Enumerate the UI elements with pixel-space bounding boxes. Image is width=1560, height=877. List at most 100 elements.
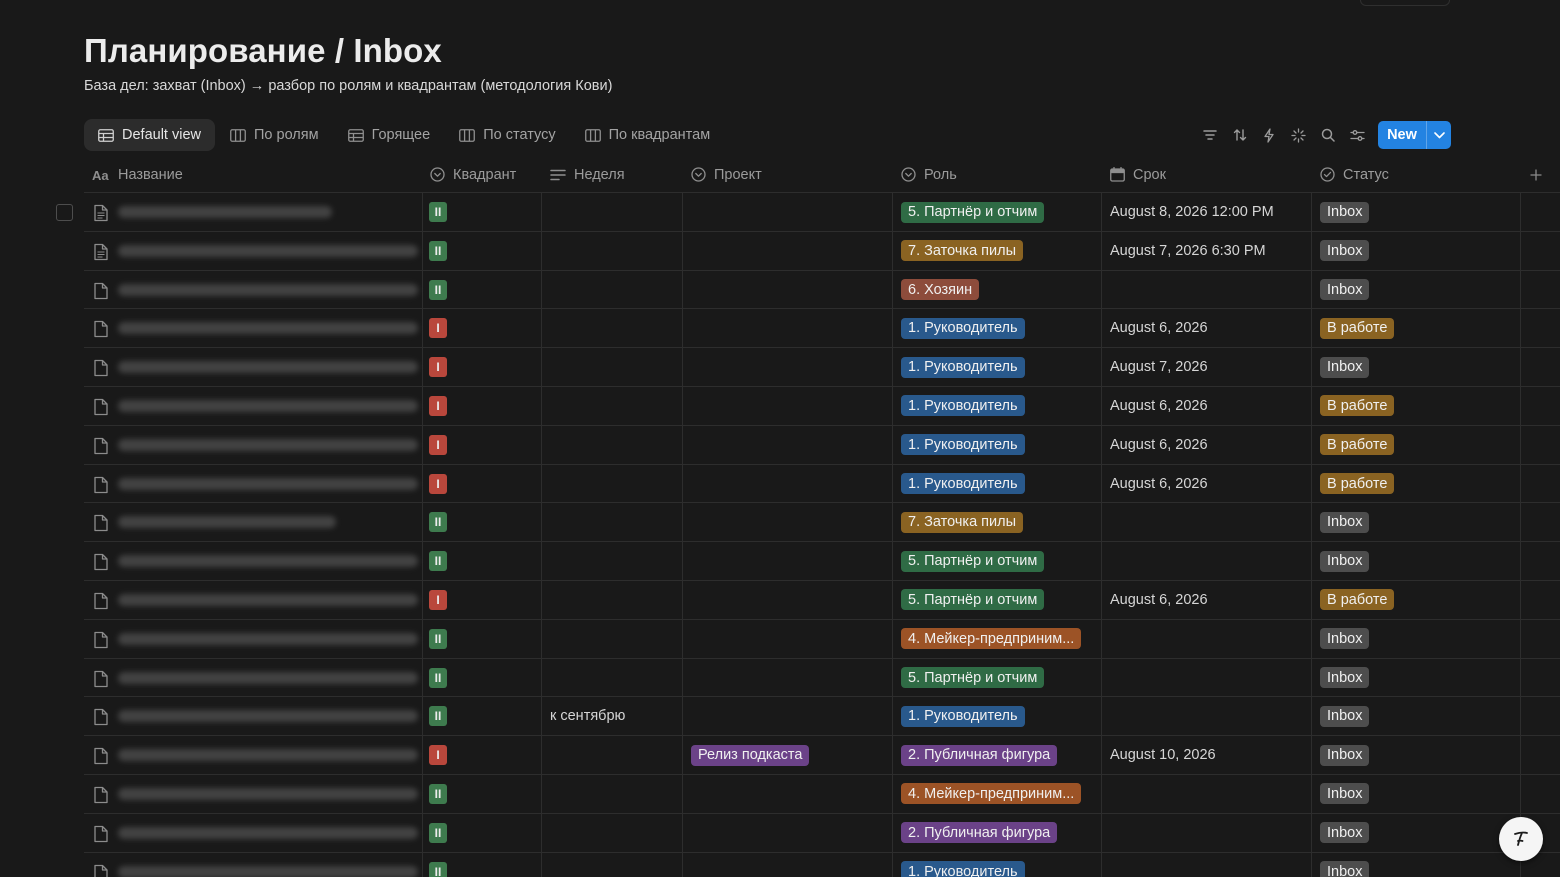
quadrant-cell[interactable]: II <box>429 697 447 735</box>
lightning-icon[interactable] <box>1255 121 1283 149</box>
role-cell[interactable]: 1. Руководитель <box>901 348 1025 386</box>
due-date-cell[interactable]: August 6, 2026 <box>1110 426 1208 464</box>
status-cell[interactable]: Inbox <box>1320 853 1370 877</box>
due-date-cell[interactable]: August 6, 2026 <box>1110 309 1208 347</box>
redacted-title[interactable] <box>118 283 418 296</box>
quadrant-cell[interactable]: II <box>429 620 447 658</box>
quadrant-cell[interactable]: II <box>429 659 447 697</box>
table-row[interactable]: II 5. Партнёр и отчим Inbox <box>0 542 1560 581</box>
redacted-title[interactable] <box>118 477 418 490</box>
column-header-week[interactable]: Неделя <box>550 156 625 193</box>
quadrant-cell[interactable]: I <box>429 736 447 774</box>
table-row[interactable]: II 4. Мейкер-предприним... Inbox <box>0 619 1560 659</box>
table-row[interactable]: I 1. Руководитель August 7, 2026 Inbox <box>0 348 1560 387</box>
due-date-cell[interactable]: August 6, 2026 <box>1110 581 1208 619</box>
status-cell[interactable]: Inbox <box>1320 620 1370 658</box>
status-cell[interactable]: Inbox <box>1320 271 1370 309</box>
new-dropdown-chevron-icon[interactable] <box>1426 121 1451 149</box>
column-header-project[interactable]: Проект <box>691 156 762 193</box>
table-row[interactable]: I 1. Руководитель August 6, 2026 В работе <box>0 386 1560 426</box>
column-header-due[interactable]: Срок <box>1110 156 1166 193</box>
status-cell[interactable]: В работе <box>1320 309 1395 347</box>
redacted-title[interactable] <box>118 361 418 374</box>
redacted-title[interactable] <box>118 206 332 218</box>
redacted-title[interactable] <box>118 865 418 877</box>
tab-1[interactable]: По ролям <box>216 119 333 151</box>
role-cell[interactable]: 4. Мейкер-предприним... <box>901 775 1082 813</box>
quadrant-cell[interactable]: II <box>429 814 447 852</box>
status-cell[interactable]: Inbox <box>1320 193 1370 231</box>
settings-sliders-icon[interactable] <box>1344 121 1372 149</box>
column-header-quadrant[interactable]: Квадрант <box>430 156 516 193</box>
redacted-title[interactable] <box>118 399 418 412</box>
tab-0[interactable]: Default view <box>84 119 215 151</box>
status-cell[interactable]: В работе <box>1320 387 1395 425</box>
sparkle-icon[interactable] <box>1285 121 1313 149</box>
role-cell[interactable]: 2. Публичная фигура <box>901 736 1058 774</box>
quadrant-cell[interactable]: II <box>429 193 447 231</box>
new-button[interactable]: New <box>1378 121 1426 149</box>
quadrant-cell[interactable]: I <box>429 348 447 386</box>
status-cell[interactable]: В работе <box>1320 465 1395 503</box>
quadrant-cell[interactable]: I <box>429 426 447 464</box>
role-cell[interactable]: 1. Руководитель <box>901 426 1025 464</box>
filter-icon[interactable] <box>1196 121 1224 149</box>
table-row[interactable]: II 7. Заточка пилы Inbox <box>0 503 1560 543</box>
redacted-title[interactable] <box>118 438 418 451</box>
role-cell[interactable]: 5. Партнёр и отчим <box>901 193 1045 231</box>
quadrant-cell[interactable]: I <box>429 387 447 425</box>
role-cell[interactable]: 1. Руководитель <box>901 697 1025 735</box>
redacted-title[interactable] <box>118 632 418 645</box>
role-cell[interactable]: 6. Хозяин <box>901 271 980 309</box>
status-cell[interactable]: Inbox <box>1320 659 1370 697</box>
table-row[interactable]: I 1. Руководитель August 6, 2026 В работе <box>0 309 1560 349</box>
status-cell[interactable]: Inbox <box>1320 503 1370 541</box>
status-cell[interactable]: Inbox <box>1320 697 1370 735</box>
search-icon[interactable] <box>1314 121 1342 149</box>
quadrant-cell[interactable]: II <box>429 232 447 270</box>
redacted-title[interactable] <box>118 749 418 762</box>
due-date-cell[interactable]: August 7, 2026 6:30 PM <box>1110 232 1266 270</box>
due-date-cell[interactable]: August 7, 2026 <box>1110 348 1208 386</box>
status-cell[interactable]: Inbox <box>1320 348 1370 386</box>
column-header-name[interactable]: Aa Название <box>92 156 183 193</box>
quadrant-cell[interactable]: II <box>429 542 447 580</box>
status-cell[interactable]: Inbox <box>1320 542 1370 580</box>
tab-2[interactable]: Горящее <box>334 119 445 151</box>
table-row[interactable]: II 6. Хозяин Inbox <box>0 270 1560 310</box>
role-cell[interactable]: 1. Руководитель <box>901 387 1025 425</box>
redacted-title[interactable] <box>118 322 418 335</box>
quadrant-cell[interactable]: II <box>429 271 447 309</box>
role-cell[interactable]: 1. Руководитель <box>901 465 1025 503</box>
role-cell[interactable]: 7. Заточка пилы <box>901 503 1023 541</box>
role-cell[interactable]: 4. Мейкер-предприним... <box>901 620 1082 658</box>
redacted-title[interactable] <box>118 710 418 723</box>
table-row[interactable]: I 1. Руководитель August 6, 2026 В работе <box>0 464 1560 504</box>
role-cell[interactable]: 5. Партнёр и отчим <box>901 659 1045 697</box>
role-cell[interactable]: 7. Заточка пилы <box>901 232 1023 270</box>
table-row[interactable]: II 2. Публичная фигура Inbox <box>0 813 1560 853</box>
quadrant-cell[interactable]: II <box>429 503 447 541</box>
sort-icon[interactable] <box>1226 121 1254 149</box>
table-row[interactable]: II 7. Заточка пилы August 7, 2026 6:30 PM I… <box>0 231 1560 271</box>
ai-assistant-button[interactable] <box>1499 817 1543 861</box>
status-cell[interactable]: Inbox <box>1320 736 1370 774</box>
table-row[interactable]: I Релиз подкаста 2. Публичная фигура August… <box>0 736 1560 775</box>
quadrant-cell[interactable]: I <box>429 309 447 347</box>
table-row[interactable]: II 5. Партнёр и отчим Inbox <box>0 658 1560 698</box>
column-header-status[interactable]: Статус <box>1320 156 1389 193</box>
column-header-role[interactable]: Роль <box>901 156 957 193</box>
redacted-title[interactable] <box>118 826 418 839</box>
status-cell[interactable]: Inbox <box>1320 232 1370 270</box>
table-row[interactable]: I 5. Партнёр и отчим August 6, 2026 В работ… <box>0 580 1560 620</box>
role-cell[interactable]: 5. Партнёр и отчим <box>901 581 1045 619</box>
due-date-cell[interactable]: August 6, 2026 <box>1110 387 1208 425</box>
due-date-cell[interactable]: August 6, 2026 <box>1110 465 1208 503</box>
role-cell[interactable]: 5. Партнёр и отчим <box>901 542 1045 580</box>
role-cell[interactable]: 1. Руководитель <box>901 853 1025 877</box>
table-row[interactable]: II 4. Мейкер-предприним... Inbox <box>0 774 1560 814</box>
due-date-cell[interactable]: August 10, 2026 <box>1110 736 1216 774</box>
project-cell[interactable]: Релиз подкаста <box>691 736 810 774</box>
quadrant-cell[interactable]: I <box>429 465 447 503</box>
quadrant-cell[interactable]: II <box>429 853 447 877</box>
